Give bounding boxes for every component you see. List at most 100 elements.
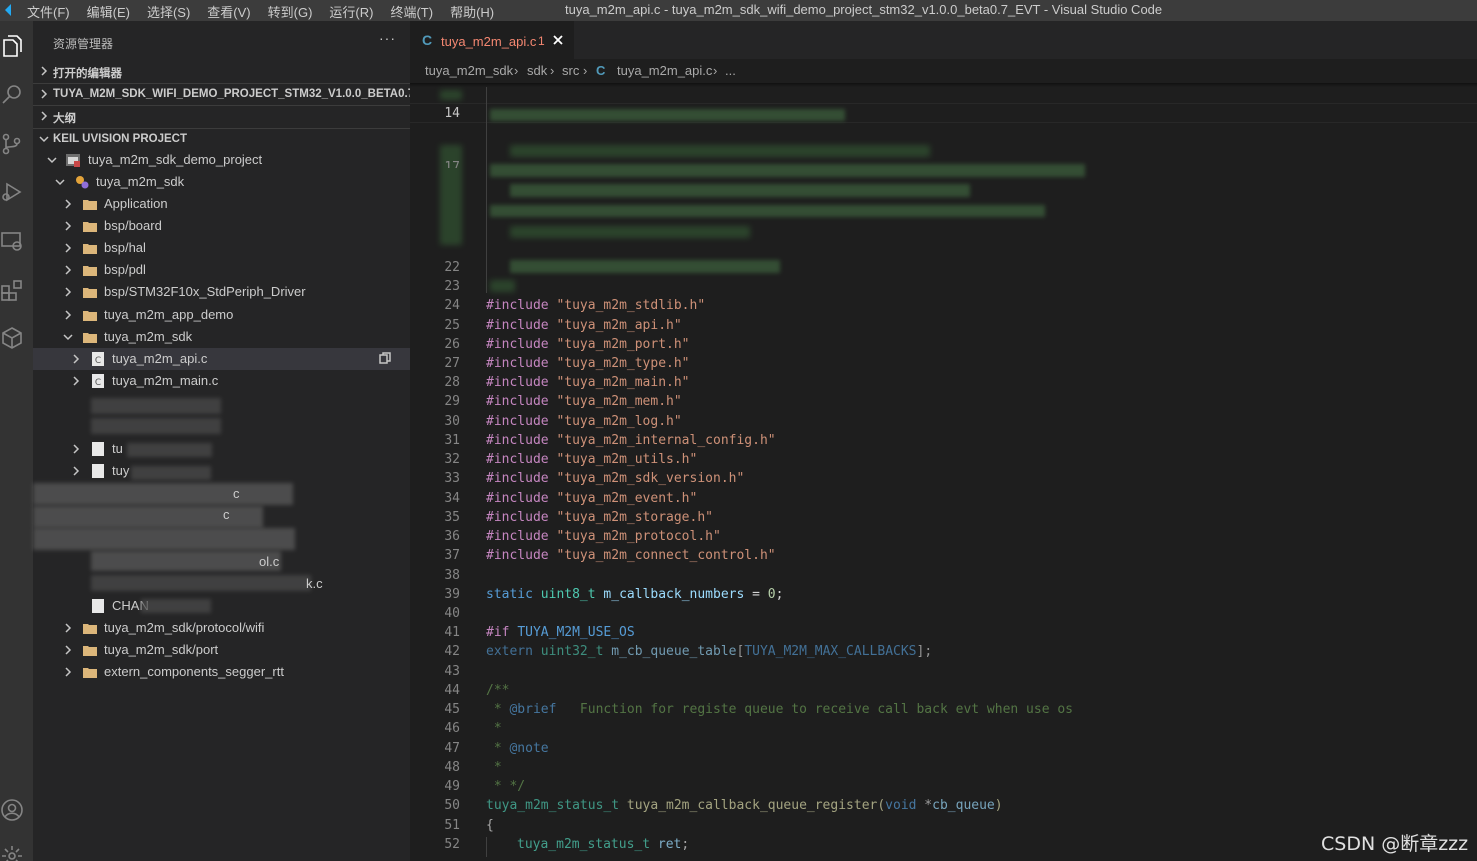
svg-text:C: C: [95, 378, 101, 388]
redacted-text: [127, 443, 212, 457]
menu-run[interactable]: 运行(R): [329, 2, 373, 21]
breadcrumb-item[interactable]: src: [562, 63, 579, 78]
menu-terminal[interactable]: 终端(T): [390, 2, 433, 21]
section-label: TUYA_M2M_SDK_WIFI_DEMO_PROJECT_STM32_V1.…: [53, 88, 410, 100]
tree-item-label: tu: [112, 441, 123, 456]
breadcrumb-more[interactable]: ...: [725, 63, 736, 78]
source-control-icon[interactable]: [0, 132, 24, 156]
code-line-include: #include "tuya_m2m_api.h": [486, 318, 682, 333]
keyword: #include: [486, 510, 549, 525]
keyword: #include: [486, 298, 549, 313]
redacted-tree-item: [91, 398, 221, 414]
folder-icon: [82, 262, 98, 278]
menu-go[interactable]: 转到(G): [268, 2, 313, 21]
file-icon: [90, 598, 106, 614]
redacted-tree-item: [33, 483, 293, 505]
string: "tuya_m2m_log.h": [556, 414, 682, 429]
line-number: 22: [444, 260, 460, 275]
copy-icon[interactable]: [379, 352, 393, 366]
redacted-tree-item: [91, 575, 311, 591]
tree-item-group-application[interactable]: Application: [33, 193, 410, 215]
explorer-more-actions[interactable]: ···: [379, 30, 396, 46]
tree-item-label: bsp/STM32F10x_StdPeriph_Driver: [104, 284, 306, 299]
line-number: 35: [444, 510, 460, 525]
keyword: #if: [486, 625, 510, 640]
breadcrumb-item[interactable]: sdk: [527, 63, 547, 78]
code-line-include: #include "tuya_m2m_type.h": [486, 356, 690, 371]
tree-item-label: bsp/board: [104, 218, 162, 233]
redacted-code: [490, 280, 515, 292]
line-number: 36: [444, 529, 460, 544]
folder-icon: [82, 284, 98, 300]
tree-item-project[interactable]: tuya_m2m_sdk_demo_project: [33, 149, 410, 171]
code-editor[interactable]: 14 17 22 23 24 25 26 27 28 29 30 31 32 3…: [410, 87, 1477, 861]
line-number: 14: [444, 106, 460, 121]
editor-tab-active[interactable]: C tuya_m2m_api.c 1: [410, 21, 574, 59]
tab-filename: tuya_m2m_api.c: [441, 34, 537, 49]
tree-item-group-port[interactable]: tuya_m2m_sdk/port: [33, 639, 410, 661]
line-number: 42: [444, 644, 460, 659]
keyword: #include: [486, 318, 549, 333]
remote-explorer-icon[interactable]: [0, 229, 24, 253]
close-icon[interactable]: [551, 33, 565, 47]
tree-item-file-main[interactable]: C tuya_m2m_main.c: [33, 370, 410, 392]
doc-tag: @note: [509, 741, 549, 756]
tree-item-group-bsp-pdl[interactable]: bsp/pdl: [33, 259, 410, 281]
redacted-code: [510, 145, 930, 157]
breadcrumb-item[interactable]: tuya_m2m_sdk: [425, 63, 513, 78]
redacted-code: [490, 109, 845, 121]
line-number: 29: [444, 394, 460, 409]
string: "tuya_m2m_utils.h": [556, 452, 698, 467]
folder-icon: [82, 196, 98, 212]
explorer-icon[interactable]: [0, 34, 24, 58]
run-debug-icon[interactable]: [0, 180, 24, 204]
chevron-right-icon: [38, 110, 50, 122]
settings-gear-icon[interactable]: [0, 844, 24, 861]
tree-item-group-bsp-hal[interactable]: bsp/hal: [33, 237, 410, 259]
punctuation: ;: [681, 837, 690, 852]
c-file-icon: [90, 463, 106, 479]
menu-file[interactable]: 文件(F): [27, 2, 70, 21]
redacted-code: [510, 184, 970, 197]
tree-item-partial[interactable]: tuy: [33, 460, 410, 482]
extensions-icon[interactable]: [0, 278, 24, 302]
code-line-comment: *: [486, 721, 502, 736]
line-number: 46: [444, 721, 460, 736]
tree-item-group-protocol-wifi[interactable]: tuya_m2m_sdk/protocol/wifi: [33, 617, 410, 639]
section-keil-project[interactable]: KEIL UVISION PROJECT: [33, 128, 410, 150]
string: "tuya_m2m_api.h": [556, 318, 682, 333]
section-open-editors[interactable]: 打开的编辑器: [33, 61, 410, 83]
tree-item-group-stdperiph[interactable]: bsp/STM32F10x_StdPeriph_Driver: [33, 281, 410, 303]
section-outline[interactable]: 大纲: [33, 105, 410, 127]
search-icon[interactable]: [0, 82, 24, 106]
menu-edit[interactable]: 编辑(E): [87, 2, 130, 21]
menu-selection[interactable]: 选择(S): [147, 2, 190, 21]
tree-item-group-bsp-board[interactable]: bsp/board: [33, 215, 410, 237]
line-number: 17: [444, 160, 460, 168]
chevron-right-icon: ›: [550, 63, 555, 78]
keyword: #include: [486, 529, 549, 544]
code-line-include: #include "tuya_m2m_utils.h": [486, 452, 697, 467]
menu-view[interactable]: 查看(V): [207, 2, 250, 21]
chevron-right-icon: [62, 622, 74, 634]
tree-item-label: bsp/hal: [104, 240, 146, 255]
tree-item-group-segger-rtt[interactable]: extern_components_segger_rtt: [33, 661, 410, 683]
chevron-right-icon: [62, 242, 74, 254]
tree-item-target[interactable]: tuya_m2m_sdk: [33, 171, 410, 193]
tree-item-partial[interactable]: tu: [33, 438, 410, 460]
punctuation: ): [994, 798, 1003, 813]
tree-item-group-app-demo[interactable]: tuya_m2m_app_demo: [33, 304, 410, 326]
breadcrumb-file[interactable]: tuya_m2m_api.c: [617, 63, 712, 78]
vscode-logo-icon: [2, 3, 12, 17]
tree-item-file-api[interactable]: C tuya_m2m_api.c: [33, 348, 410, 370]
line-number: 28: [444, 375, 460, 390]
account-icon[interactable]: [0, 798, 24, 822]
menu-help[interactable]: 帮助(H): [450, 2, 494, 21]
keyword: #include: [486, 414, 549, 429]
chevron-right-icon: [62, 309, 74, 321]
keil-package-icon[interactable]: [0, 326, 24, 350]
explorer-sidebar: 资源管理器 ··· 打开的编辑器 TUYA_M2M_SDK_WIFI_DEMO_…: [33, 21, 410, 861]
tree-item-partial[interactable]: CHAN: [33, 595, 410, 617]
section-workspace[interactable]: TUYA_M2M_SDK_WIFI_DEMO_PROJECT_STM32_V1.…: [33, 83, 410, 105]
tree-item-group-m2m-sdk[interactable]: tuya_m2m_sdk: [33, 326, 410, 348]
